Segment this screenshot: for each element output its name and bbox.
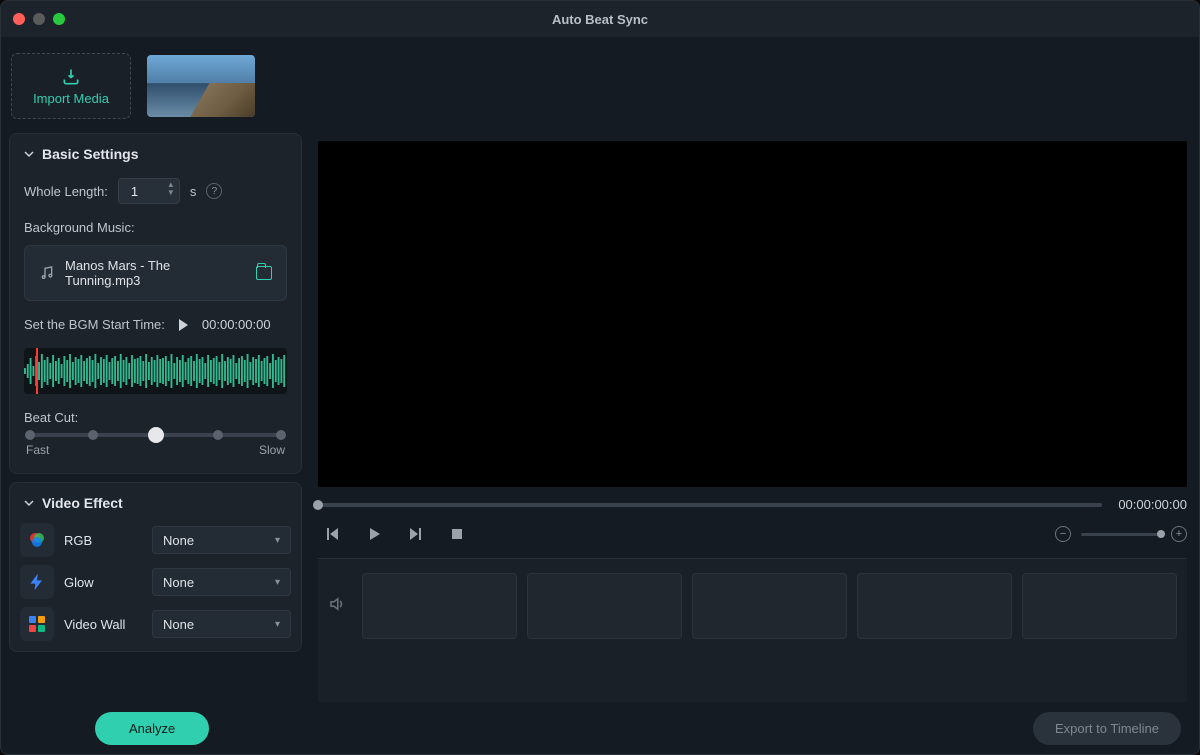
footer: Analyze Export to Timeline — [1, 702, 1199, 754]
play-button[interactable] — [366, 526, 382, 542]
whole-length-stepper[interactable]: 1 ▲▼ — [118, 178, 180, 204]
chevron-down-icon: ▾ — [275, 619, 280, 630]
browse-folder-icon[interactable] — [256, 266, 272, 280]
window-traffic-lights — [13, 13, 65, 25]
clip-slot[interactable] — [527, 573, 682, 639]
bgm-play-icon[interactable] — [179, 319, 188, 331]
window-close-button[interactable] — [13, 13, 25, 25]
import-media-button[interactable]: Import Media — [11, 53, 131, 119]
step-back-button[interactable] — [324, 526, 340, 542]
effect-video-wall-dropdown[interactable]: None ▾ — [152, 610, 291, 638]
stepper-arrows-icon[interactable]: ▲▼ — [167, 181, 175, 197]
import-media-label: Import Media — [33, 91, 109, 106]
whole-length-unit: s — [190, 184, 197, 199]
whole-length-label: Whole Length: — [24, 184, 108, 199]
effect-row-glow: Glow None ▾ — [20, 565, 291, 599]
stop-button[interactable] — [450, 527, 464, 541]
bg-music-filename: Manos Mars - The Tunning.mp3 — [65, 258, 246, 288]
titlebar: Auto Beat Sync — [1, 1, 1199, 37]
export-to-timeline-button[interactable]: Export to Timeline — [1033, 712, 1181, 745]
effect-name: Glow — [64, 575, 142, 590]
effect-name: Video Wall — [64, 617, 142, 632]
dropdown-value: None — [163, 533, 194, 548]
chevron-down-icon — [24, 498, 34, 508]
clip-track-area — [318, 558, 1187, 702]
media-thumbnail[interactable] — [147, 55, 255, 117]
beat-cut-fast-label: Fast — [26, 443, 49, 457]
beat-cut-label: Beat Cut: — [24, 410, 287, 425]
step-forward-button[interactable] — [408, 526, 424, 542]
music-note-icon — [39, 265, 55, 281]
beat-cut-slider[interactable] — [30, 433, 281, 437]
basic-settings-title: Basic Settings — [42, 146, 138, 162]
window-maximize-button[interactable] — [53, 13, 65, 25]
timeline-scrubber[interactable] — [318, 503, 1102, 507]
bgm-start-label: Set the BGM Start Time: — [24, 317, 165, 332]
glow-icon — [20, 565, 54, 599]
chevron-down-icon: ▾ — [275, 577, 280, 588]
effect-glow-dropdown[interactable]: None ▾ — [152, 568, 291, 596]
import-icon — [61, 67, 81, 87]
bg-music-label: Background Music: — [24, 220, 287, 235]
preview-timecode: 00:00:00:00 — [1118, 497, 1187, 512]
whole-length-value: 1 — [131, 184, 138, 199]
window-minimize-button[interactable] — [33, 13, 45, 25]
scrubber-playhead[interactable] — [313, 500, 323, 510]
effect-rgb-dropdown[interactable]: None ▾ — [152, 526, 291, 554]
window-title: Auto Beat Sync — [1, 12, 1199, 27]
bgm-start-time: 00:00:00:00 — [202, 317, 271, 332]
clip-slot[interactable] — [1022, 573, 1177, 639]
effect-row-rgb: RGB None ▾ — [20, 523, 291, 557]
dropdown-value: None — [163, 575, 194, 590]
media-strip: Import Media — [1, 37, 1199, 125]
bgm-waveform[interactable] — [24, 348, 287, 394]
video-effect-header[interactable]: Video Effect — [10, 483, 301, 523]
chevron-down-icon: ▾ — [275, 535, 280, 546]
waveform-playhead[interactable] — [36, 348, 38, 394]
effect-row-video-wall: Video Wall None ▾ — [20, 607, 291, 641]
zoom-in-button[interactable]: + — [1171, 526, 1187, 542]
help-icon[interactable]: ? — [206, 183, 222, 199]
zoom-out-button[interactable]: − — [1055, 526, 1071, 542]
basic-settings-header[interactable]: Basic Settings — [10, 134, 301, 174]
bg-music-file-row: Manos Mars - The Tunning.mp3 — [24, 245, 287, 301]
clip-slot[interactable] — [692, 573, 847, 639]
video-effect-panel: Video Effect RGB None ▾ — [9, 482, 302, 652]
basic-settings-panel: Basic Settings Whole Length: 1 ▲▼ s ? Ba… — [9, 133, 302, 474]
video-wall-icon — [20, 607, 54, 641]
speaker-icon[interactable] — [328, 595, 346, 613]
video-effect-title: Video Effect — [42, 495, 123, 511]
analyze-button[interactable]: Analyze — [95, 712, 209, 745]
clip-slot[interactable] — [362, 573, 517, 639]
zoom-slider[interactable] — [1081, 533, 1161, 536]
video-preview[interactable] — [318, 141, 1187, 487]
effect-name: RGB — [64, 533, 142, 548]
clip-slot[interactable] — [857, 573, 1012, 639]
zoom-slider-thumb[interactable] — [1157, 530, 1165, 538]
beat-cut-slider-thumb[interactable] — [148, 427, 164, 443]
rgb-icon — [20, 523, 54, 557]
dropdown-value: None — [163, 617, 194, 632]
chevron-down-icon — [24, 149, 34, 159]
beat-cut-slow-label: Slow — [259, 443, 285, 457]
